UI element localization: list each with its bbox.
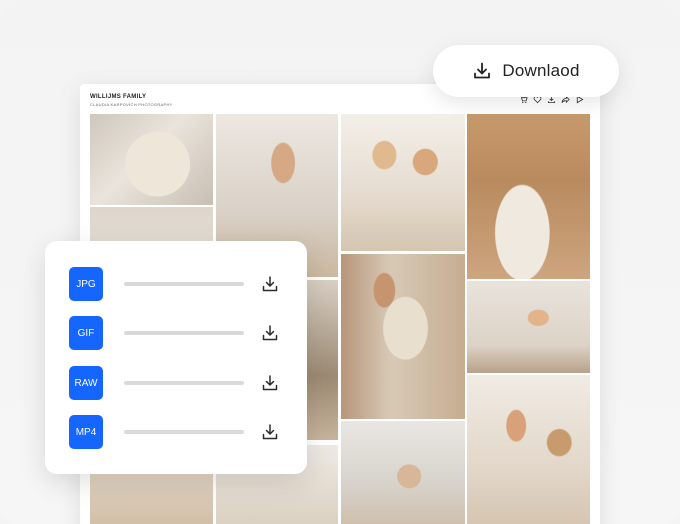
download-button[interactable]: Downlaod [433, 45, 619, 97]
format-badge: JPG [69, 267, 103, 301]
format-badge: GIF [69, 316, 103, 350]
canvas: WILLIJMS FAMILY CLAUDIA KARPOVICH PHOTOG… [0, 0, 680, 524]
progress-bar [124, 331, 244, 335]
download-icon[interactable] [260, 373, 280, 393]
format-row-raw: RAW [69, 366, 289, 400]
photo-thumbnail[interactable] [90, 474, 213, 524]
format-row-mp4: MP4 [69, 415, 289, 449]
photo-thumbnail[interactable] [467, 114, 590, 279]
gallery-header: WILLIJMS FAMILY CLAUDIA KARPOVICH PHOTOG… [90, 94, 590, 114]
progress-bar [124, 381, 244, 385]
photo-thumbnail[interactable] [341, 114, 465, 251]
photo-thumbnail[interactable] [341, 254, 465, 419]
photo-thumbnail[interactable] [341, 421, 465, 524]
download-icon [472, 61, 492, 81]
photo-thumbnail[interactable] [467, 281, 590, 373]
gallery-title: WILLIJMS FAMILY [90, 94, 147, 100]
download-icon[interactable] [260, 274, 280, 294]
download-button-label: Downlaod [502, 61, 580, 80]
download-icon[interactable] [260, 323, 280, 343]
format-badge: RAW [69, 366, 103, 400]
download-icon[interactable] [260, 422, 280, 442]
photo-thumbnail[interactable] [467, 375, 590, 524]
photo-thumbnail[interactable] [90, 114, 213, 205]
format-panel: JPG GIF RAW MP4 [45, 241, 307, 474]
progress-bar [124, 282, 244, 286]
format-badge: MP4 [69, 415, 103, 449]
progress-bar [124, 430, 244, 434]
gallery-subtitle: CLAUDIA KARPOVICH PHOTOGRAPHY [90, 102, 173, 107]
format-row-gif: GIF [69, 316, 289, 350]
format-row-jpg: JPG [69, 267, 289, 301]
